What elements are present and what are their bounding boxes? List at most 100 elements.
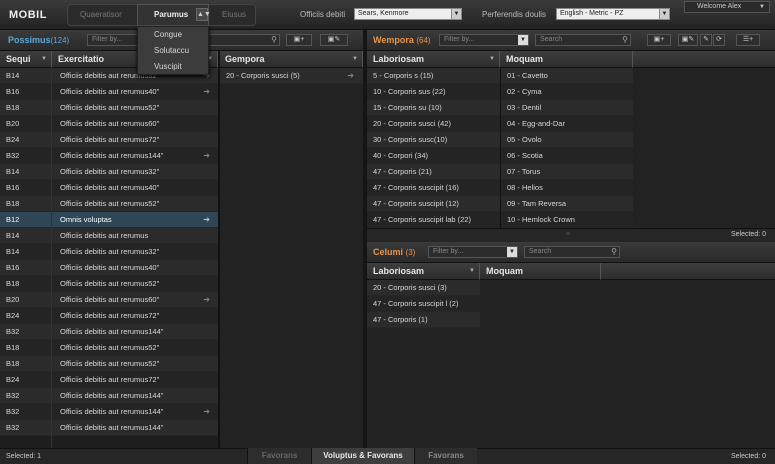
list-item[interactable]: 05 - Ovolo	[501, 132, 633, 148]
celumi-search-input[interactable]: Search ⚲	[524, 246, 620, 258]
row-code: B32	[6, 327, 20, 336]
table-row[interactable]: B32 Officiis debitis aut rerumus144"	[0, 420, 219, 436]
col-label: Moquam	[486, 266, 523, 276]
list-item[interactable]: 20 - Corporis susci (42)	[367, 116, 500, 132]
table-row[interactable]: B16 Officiis debitis aut rerumus40" ➔	[0, 84, 219, 100]
col-header-laboriosam[interactable]: Laboriosam ▼	[367, 51, 500, 68]
list-item[interactable]: 5 - Corporis s (15)	[367, 68, 500, 84]
officiis-select[interactable]: Sears, Kenmore ▼	[354, 8, 462, 20]
mode-eiusus[interactable]: Eiusus	[222, 10, 246, 19]
list-item[interactable]: 08 - Helios	[501, 180, 633, 196]
table-row[interactable]: B18 Officiis debitis aut rerumus52"	[0, 356, 219, 372]
table-row[interactable]: B18 Officiis debitis aut rerumus52"	[0, 100, 219, 116]
table-row[interactable]: B18 Officiis debitis aut rerumus52"	[0, 196, 219, 212]
list-item[interactable]: 02 - Cyma	[501, 84, 633, 100]
refresh-icon[interactable]: ⟳	[713, 34, 725, 46]
tab-favorans-2[interactable]: Favorans	[414, 448, 477, 464]
wempora-filter-select[interactable]: Filter by... ▼	[439, 34, 529, 46]
menu-item-vuscipit[interactable]: Vuscipit	[154, 62, 182, 71]
list-item[interactable]: 04 - Egg-and-Dar	[501, 116, 633, 132]
list-item[interactable]: 47 - Corporis suscipit (12)	[367, 196, 500, 212]
col-header-laboriosam-2[interactable]: Laboriosam ▼	[367, 263, 480, 280]
arrow-right-icon[interactable]: ➔	[203, 84, 210, 100]
table-row[interactable]: B14 Officiis debitis aut rerumus32"	[0, 164, 219, 180]
table-row[interactable]: B24 Officiis debitis aut rerumus72"	[0, 308, 219, 324]
list-item[interactable]: 15 - Corporis su (10)	[367, 100, 500, 116]
row-text: 47 - Corporis suscipit l (2)	[373, 299, 459, 308]
table-row[interactable]: B16 Officiis debitis aut rerumus40"	[0, 180, 219, 196]
mode-quaeratisor[interactable]: Quaeratisor	[80, 10, 122, 19]
col-header-sequi[interactable]: Sequi ▼	[0, 51, 52, 68]
table-row[interactable]: B24 Officiis debitis aut rerumus72"	[0, 372, 219, 388]
edit-button[interactable]: ▣✎	[678, 34, 698, 46]
table-row[interactable]: B18 Officiis debitis aut rerumus52"	[0, 276, 219, 292]
list-item[interactable]: 03 - Dentil	[501, 100, 633, 116]
table-row[interactable]: B32 Officiis debitis aut rerumus144"	[0, 324, 219, 340]
add-row-button[interactable]: ▣+	[286, 34, 312, 46]
arrow-right-icon[interactable]: ➔	[203, 212, 210, 228]
table-row[interactable]: B32 Officiis debitis aut rerumus144" ➔	[0, 148, 219, 164]
tab-voluptus-favorans[interactable]: Voluptus & Favorans	[311, 448, 414, 464]
col-header-moquam-2[interactable]: Moquam	[480, 263, 601, 280]
row-text: 08 - Helios	[507, 183, 543, 192]
left-selected-count: Selected: 1	[6, 453, 42, 460]
list-item[interactable]: 30 - Corporis susc(10)	[367, 132, 500, 148]
wempora-search-input[interactable]: Search ⚲	[535, 34, 631, 46]
table-row[interactable]: B12 Omnis voluptas ➔	[0, 212, 219, 228]
table-row[interactable]: B20 Officiis debitis aut rerumus60" ➔	[0, 292, 219, 308]
table-row[interactable]: B32 Officiis debitis aut rerumus144"	[0, 388, 219, 404]
row-code: B20	[6, 119, 20, 128]
row-text: Officiis debitis aut rerumus52"	[60, 359, 160, 368]
resize-handle-icon[interactable]: ≡	[566, 231, 570, 238]
row-text: 01 - Cavetto	[507, 71, 548, 80]
col-header-gempora[interactable]: Gempora ▼	[219, 51, 363, 68]
row-text: Officiis debitis aut rerumus40"	[60, 183, 160, 192]
list-item[interactable]: 20 - Corporis susci (3)	[367, 280, 480, 296]
menu-item-solutaccu[interactable]: Solutaccu	[154, 46, 189, 55]
arrow-right-icon[interactable]: ➔	[203, 404, 210, 420]
left-status-bar: Selected: 1	[0, 448, 247, 464]
list-item[interactable]: 01 - Cavetto	[501, 68, 633, 84]
add-list-button[interactable]: ☰+	[736, 34, 760, 46]
list-item[interactable]: 47 - Corporis suscipit (16)	[367, 180, 500, 196]
arrow-right-icon[interactable]: ➔	[203, 148, 210, 164]
user-menu[interactable]: Welcome Alex ▼	[684, 1, 770, 13]
table-row[interactable]: B32 Officiis debitis aut rerumus144" ➔	[0, 404, 219, 420]
list-item[interactable]: 40 - Corpori (34)	[367, 148, 500, 164]
col-header-moquam[interactable]: Moquam	[500, 51, 633, 68]
menu-item-congue[interactable]: Congue	[154, 30, 182, 39]
table-row[interactable]: B16 Officiis debitis aut rerumus40"	[0, 260, 219, 276]
list-item[interactable]: 10 - Corporis sus (22)	[367, 84, 500, 100]
celumi-filter-select[interactable]: Filter by... ▼	[428, 246, 518, 258]
tab-favorans-1[interactable]: Favorans	[247, 448, 311, 464]
list-item[interactable]: 07 - Torus	[501, 164, 633, 180]
table-row[interactable]: B20 Officiis debitis aut rerumus60"	[0, 116, 219, 132]
arrow-right-icon[interactable]: ➔	[203, 292, 210, 308]
table-row[interactable]: B14 Officiis debitis aut rerumus32"	[0, 244, 219, 260]
row-code: B18	[6, 103, 20, 112]
table-row[interactable]: B24 Officiis debitis aut rerumus72"	[0, 132, 219, 148]
perferendis-select-value: English - Metric - PZ	[560, 10, 624, 17]
list-item[interactable]: 47 - Corporis (1)	[367, 312, 480, 328]
search-icon: ⚲	[622, 35, 628, 44]
row-code: B24	[6, 311, 20, 320]
edit-button[interactable]: ▣✎	[320, 34, 348, 46]
list-item[interactable]: 47 - Corporis suscipit lab (22)	[367, 212, 500, 228]
add-row-button[interactable]: ▣+	[647, 34, 671, 46]
row-text: Officiis debitis aut rerumus144"	[60, 151, 164, 160]
arrow-right-icon[interactable]: ➔	[347, 68, 354, 84]
table-row[interactable]: B18 Officiis debitis aut rerumus52"	[0, 340, 219, 356]
row-text: Officiis debitis aut rerumus40"	[60, 87, 160, 96]
gempora-row[interactable]: 20 - Corporis susci (5) ➔	[220, 68, 363, 84]
list-item[interactable]: 09 - Tam Reversa	[501, 196, 633, 212]
edit-pencil-icon[interactable]: ✎	[700, 34, 712, 46]
perferendis-select[interactable]: English - Metric - PZ ▼	[556, 8, 670, 20]
list-item[interactable]: 47 - Corporis suscipit l (2)	[367, 296, 480, 312]
list-item[interactable]: 47 - Corporis (21)	[367, 164, 500, 180]
row-text: Officiis debitis aut rerumus72"	[60, 135, 160, 144]
search-placeholder: Search	[540, 36, 563, 43]
table-row[interactable]: B14 Officiis debitis aut rerumus	[0, 228, 219, 244]
mode-menu-toggle[interactable]: ▲▼	[196, 8, 211, 21]
list-item[interactable]: 06 - Scotia	[501, 148, 633, 164]
list-item[interactable]: 10 - Hemlock Crown	[501, 212, 633, 228]
